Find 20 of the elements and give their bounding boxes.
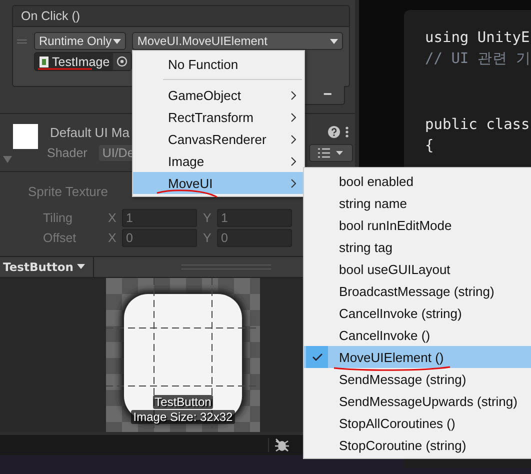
axis-label: X	[108, 230, 118, 245]
code-line: {	[425, 137, 435, 156]
image-size-text: Image Size: 32x32	[131, 410, 235, 424]
code-line: using UnityE	[425, 29, 531, 48]
code-line: // UI 관련 기	[425, 50, 531, 69]
shader-label: Shader	[47, 146, 88, 160]
object-name: TestImage	[52, 54, 110, 68]
sprite-texture-label: Sprite Texture	[28, 184, 108, 199]
number-field: 0	[122, 228, 197, 247]
axis-label: Y	[203, 210, 212, 225]
number-field: 0	[217, 228, 292, 247]
property-label: Offset	[43, 230, 78, 245]
number-field: 1	[217, 208, 292, 227]
number-field: 1	[122, 208, 197, 227]
event-title: On Click ()	[21, 9, 80, 23]
property-label: Tiling	[43, 210, 74, 225]
axis-label: X	[108, 210, 118, 225]
code-line: public class	[425, 116, 531, 135]
axis-label: Y	[203, 230, 212, 245]
sprite-name: TestButton	[152, 394, 214, 409]
